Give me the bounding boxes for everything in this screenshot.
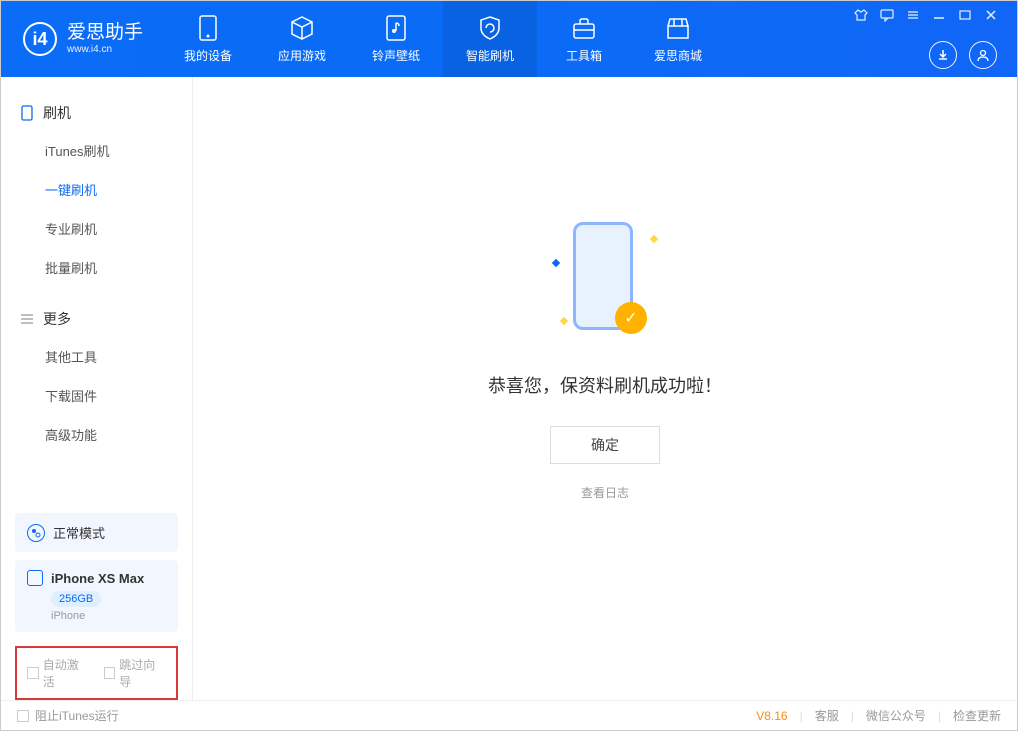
sidebar-item-advanced[interactable]: 高级功能	[1, 415, 192, 454]
maximize-button[interactable]	[957, 7, 973, 23]
sparkle-icon	[650, 235, 658, 243]
check-badge-icon: ✓	[615, 302, 647, 334]
ok-button[interactable]: 确定	[550, 426, 660, 464]
app-name: 爱思助手	[67, 23, 143, 44]
music-file-icon	[382, 14, 410, 42]
toolbox-icon	[570, 14, 598, 42]
device-mode-box[interactable]: 正常模式	[15, 513, 178, 552]
nav-tab-ringtones[interactable]: 铃声壁纸	[349, 1, 443, 77]
sidebar-item-pro-flash[interactable]: 专业刷机	[1, 209, 192, 248]
sidebar-section-flash: 刷机	[1, 95, 192, 131]
nav-tab-apps[interactable]: 应用游戏	[255, 1, 349, 77]
logo-area: i4 爱思助手 www.i4.cn	[1, 1, 161, 77]
store-icon	[664, 14, 692, 42]
download-button[interactable]	[929, 41, 957, 69]
close-button[interactable]	[983, 7, 999, 23]
header-actions	[929, 33, 1007, 69]
menu-icon[interactable]	[905, 7, 921, 23]
shield-refresh-icon	[476, 14, 504, 42]
sidebar: 刷机 iTunes刷机 一键刷机 专业刷机 批量刷机 更多 其他工具 下载固件 …	[1, 77, 193, 700]
wechat-link[interactable]: 微信公众号	[866, 707, 926, 724]
support-link[interactable]: 客服	[815, 707, 839, 724]
app-url: www.i4.cn	[67, 44, 143, 55]
nav-tab-toolbox[interactable]: 工具箱	[537, 1, 631, 77]
sidebar-item-other-tools[interactable]: 其他工具	[1, 337, 192, 376]
checkbox-icon	[27, 667, 39, 679]
minimize-button[interactable]	[931, 7, 947, 23]
feedback-icon[interactable]	[879, 7, 895, 23]
success-message: 恭喜您，保资料刷机成功啦！	[488, 372, 722, 398]
app-header: i4 爱思助手 www.i4.cn 我的设备 应用游戏 铃声壁纸 智能刷机 工具…	[1, 1, 1017, 77]
version-label: V8.16	[756, 709, 787, 723]
checkbox-icon	[104, 667, 116, 679]
auto-activate-checkbox[interactable]: 自动激活	[27, 656, 90, 690]
device-info-box[interactable]: iPhone XS Max 256GB iPhone	[15, 560, 178, 632]
user-button[interactable]	[969, 41, 997, 69]
sidebar-section-more: 更多	[1, 301, 192, 337]
nav-tab-store[interactable]: 爱思商城	[631, 1, 725, 77]
sidebar-item-oneclick-flash[interactable]: 一键刷机	[1, 170, 192, 209]
device-icon	[194, 14, 222, 42]
view-log-link[interactable]: 查看日志	[581, 484, 629, 501]
checkbox-icon	[17, 710, 29, 722]
cube-icon	[288, 14, 316, 42]
window-controls	[845, 1, 1007, 29]
shirt-icon[interactable]	[853, 7, 869, 23]
footer-bar: 阻止iTunes运行 V8.16 | 客服 | 微信公众号 | 检查更新	[1, 700, 1017, 730]
device-small-icon	[27, 570, 43, 586]
device-mode-label: 正常模式	[53, 523, 105, 542]
main-content: ✓ 恭喜您，保资料刷机成功啦！ 确定 查看日志	[193, 77, 1017, 700]
nav-tabs: 我的设备 应用游戏 铃声壁纸 智能刷机 工具箱 爱思商城	[161, 1, 725, 77]
sidebar-item-batch-flash[interactable]: 批量刷机	[1, 248, 192, 287]
list-icon	[19, 311, 35, 327]
block-itunes-checkbox[interactable]: 阻止iTunes运行	[17, 707, 119, 724]
header-right	[845, 1, 1017, 69]
device-name-label: iPhone XS Max	[51, 571, 144, 586]
device-storage-badge: 256GB	[51, 591, 101, 607]
mode-icon	[27, 524, 45, 542]
device-type-label: iPhone	[51, 610, 166, 622]
logo-icon: i4	[23, 22, 57, 56]
bottom-options-highlight: 自动激活 跳过向导	[15, 646, 178, 700]
success-illustration: ✓	[535, 216, 675, 346]
body-area: 刷机 iTunes刷机 一键刷机 专业刷机 批量刷机 更多 其他工具 下载固件 …	[1, 77, 1017, 700]
skip-guide-checkbox[interactable]: 跳过向导	[104, 656, 167, 690]
sidebar-item-itunes-flash[interactable]: iTunes刷机	[1, 131, 192, 170]
sparkle-icon	[552, 259, 560, 267]
nav-tab-device[interactable]: 我的设备	[161, 1, 255, 77]
check-update-link[interactable]: 检查更新	[953, 707, 1001, 724]
sidebar-item-download-fw[interactable]: 下载固件	[1, 376, 192, 415]
sparkle-icon	[560, 317, 568, 325]
phone-small-icon	[19, 105, 35, 121]
nav-tab-flash[interactable]: 智能刷机	[443, 1, 537, 77]
